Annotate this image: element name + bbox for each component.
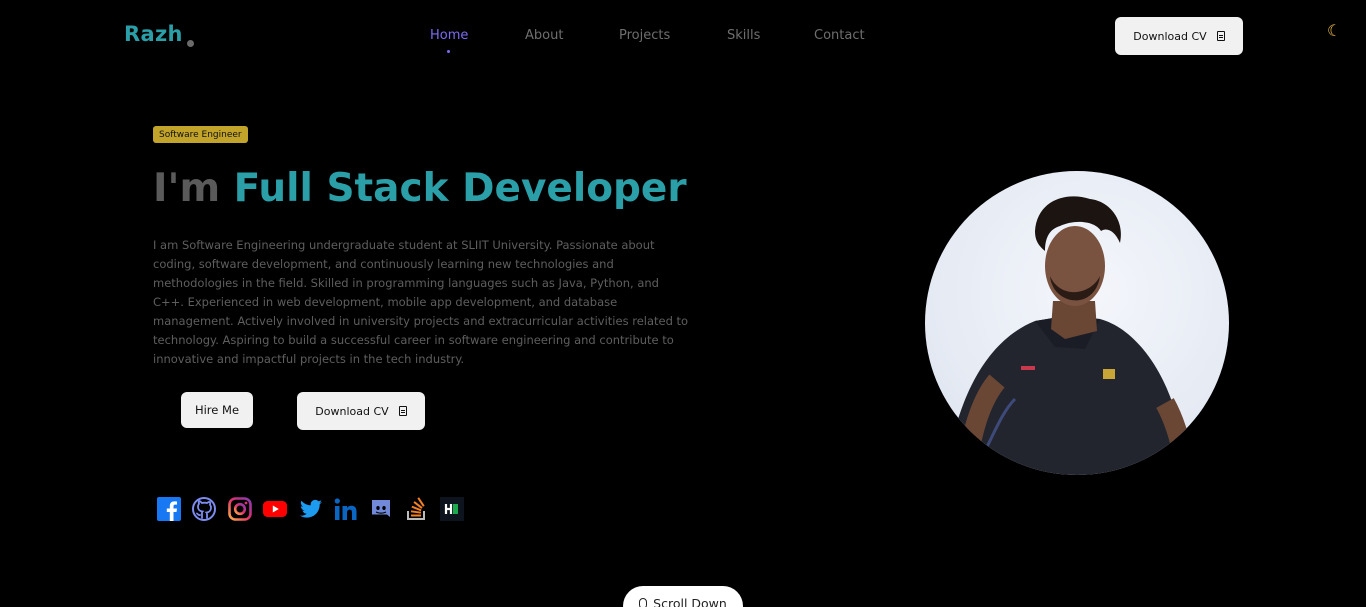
instagram-icon[interactable]	[228, 497, 252, 521]
facebook-icon[interactable]	[157, 497, 181, 521]
logo-dot	[187, 40, 194, 47]
hackerrank-icon[interactable]	[440, 497, 464, 521]
hire-me-button[interactable]: Hire Me	[181, 392, 253, 428]
role-badge: Software Engineer	[153, 126, 248, 143]
top-navbar: Razh Home About Projects Skills Contact …	[0, 0, 1366, 72]
profile-photo	[925, 171, 1229, 475]
document-icon	[1216, 31, 1225, 41]
nav-contact[interactable]: Contact	[814, 28, 865, 43]
discord-icon[interactable]	[369, 497, 393, 521]
hero-headline: I'm Full Stack Developer	[153, 166, 687, 211]
document-icon	[398, 406, 407, 416]
nav-skills[interactable]: Skills	[727, 28, 760, 43]
linkedin-icon[interactable]	[334, 497, 358, 521]
hire-me-label: Hire Me	[194, 403, 240, 417]
nav-home[interactable]: Home	[430, 28, 468, 43]
moon-icon[interactable]: ☾	[1327, 22, 1345, 40]
hero-description: I am Software Engineering undergraduate …	[153, 238, 689, 366]
hero-download-cv-label: Download CV	[315, 404, 389, 418]
headline-role: Full Stack Developer	[233, 166, 687, 211]
twitter-icon[interactable]	[299, 497, 323, 521]
scroll-down-button[interactable]: Scroll Down	[623, 586, 743, 607]
youtube-icon[interactable]	[263, 497, 287, 521]
nav-about[interactable]: About	[525, 28, 563, 43]
nav-download-cv-label: Download CV	[1133, 29, 1207, 43]
github-icon[interactable]	[192, 497, 216, 521]
hero-download-cv-button[interactable]: Download CV	[297, 392, 425, 430]
scroll-down-label: Scroll Down	[653, 596, 727, 607]
nav-projects[interactable]: Projects	[619, 28, 670, 43]
nav-download-cv-button[interactable]: Download CV	[1115, 17, 1243, 55]
stackoverflow-icon[interactable]	[405, 497, 429, 521]
active-nav-indicator	[447, 50, 450, 53]
logo[interactable]: Razh	[124, 22, 183, 46]
headline-prefix: I'm	[153, 166, 221, 211]
mouse-icon	[639, 598, 648, 607]
